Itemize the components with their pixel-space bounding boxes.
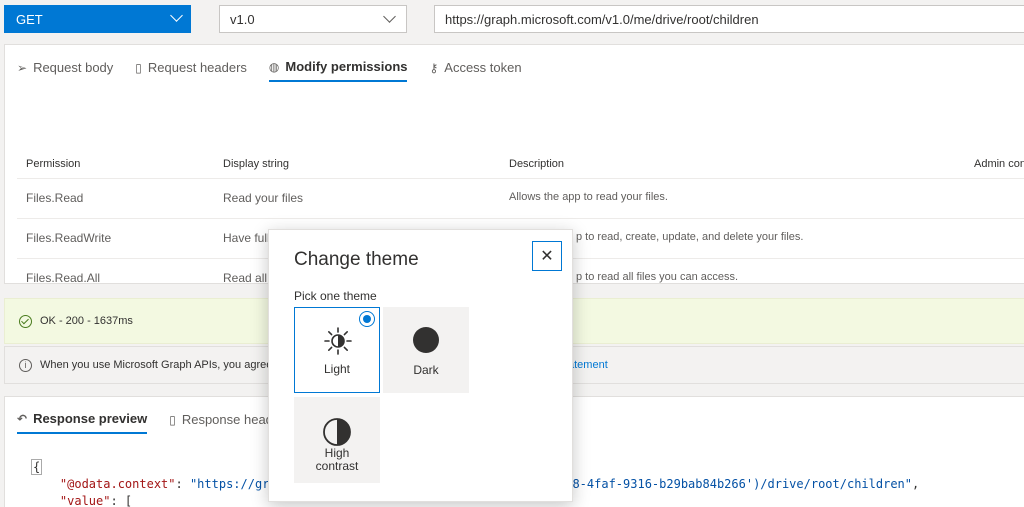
tab-response-preview[interactable]: ↶ Response preview xyxy=(17,411,148,434)
contrast-icon xyxy=(323,418,351,446)
info-text: When you use Microsoft Graph APIs, you a… xyxy=(40,359,279,371)
close-button[interactable]: ✕ xyxy=(532,241,562,271)
document-icon: ▯ xyxy=(169,412,176,427)
send-icon: ➢ xyxy=(17,60,28,75)
radio-selected-icon xyxy=(359,311,375,327)
arrow-back-icon: ↶ xyxy=(17,411,28,426)
theme-option-light[interactable]: Light xyxy=(294,307,380,393)
tab-access-token[interactable]: ⚷ Access token xyxy=(429,59,521,82)
permission-description: p to read, create, update, and delete yo… xyxy=(576,231,804,243)
version-dropdown[interactable]: v1.0 xyxy=(219,5,407,33)
close-icon: ✕ xyxy=(540,248,554,265)
pick-theme-label: Pick one theme xyxy=(294,289,377,303)
change-theme-dialog: Change theme ✕ Pick one theme Light Dark xyxy=(268,229,573,502)
column-header: Display string xyxy=(223,158,290,170)
permission-name: Files.ReadWrite xyxy=(26,231,112,245)
theme-label: Light xyxy=(323,362,351,376)
permission-name: Files.Read.All xyxy=(26,271,101,283)
sun-icon xyxy=(324,327,352,355)
chevron-down-icon xyxy=(170,9,183,22)
theme-label: Dark xyxy=(413,363,439,377)
json-value: 183-b208-4faf-9316-b29bab84b266')/drive/… xyxy=(521,477,913,491)
http-method-value: GET xyxy=(16,12,43,27)
permission-description: Allows the app to read your files. xyxy=(509,191,668,203)
json-key: "@odata.context" xyxy=(59,477,176,491)
permission-description: p to read all files you can access. xyxy=(576,271,739,283)
tab-request-body[interactable]: ➢ Request body xyxy=(17,59,113,82)
column-header: Permission xyxy=(26,158,81,170)
tab-label: Modify permissions xyxy=(285,59,408,74)
table-header: Permission Display string Description Ad… xyxy=(17,149,1024,179)
permission-display: Read all xyxy=(223,271,268,283)
url-input[interactable]: https://graph.microsoft.com/v1.0/me/driv… xyxy=(434,5,1024,33)
theme-option-dark[interactable]: Dark xyxy=(383,307,469,393)
permission-display: Read your files xyxy=(223,191,304,205)
request-tabs: ➢ Request body ▯ Request headers ◍ Modif… xyxy=(17,59,522,82)
dark-circle-icon xyxy=(413,327,439,353)
privacy-statement-link[interactable]: atement xyxy=(568,359,608,371)
json-key: "value" xyxy=(59,494,111,507)
response-tabs: ↶ Response preview ▯ Response header xyxy=(17,411,284,434)
query-bar: GET v1.0 https://graph.microsoft.com/v1.… xyxy=(0,0,1024,44)
tab-label: Request headers xyxy=(147,60,247,75)
dialog-title: Change theme xyxy=(294,249,419,270)
table-row[interactable]: Files.Read Read your files Allows the ap… xyxy=(17,179,1024,219)
tab-label: Response preview xyxy=(33,411,148,426)
permission-display: Have full xyxy=(223,231,270,245)
json-sep: , xyxy=(912,477,920,491)
tab-label: Access token xyxy=(444,60,522,75)
version-value: v1.0 xyxy=(230,12,255,27)
json-sep: : xyxy=(175,477,190,491)
document-icon: ▯ xyxy=(135,60,142,75)
http-method-dropdown[interactable]: GET xyxy=(4,5,191,33)
column-header: Admin con xyxy=(974,158,1024,170)
theme-option-high-contrast[interactable]: High contrast xyxy=(294,397,380,483)
json-brace: { xyxy=(31,459,43,475)
permission-name: Files.Read xyxy=(26,191,84,205)
column-header: Description xyxy=(509,158,565,170)
tab-modify-permissions[interactable]: ◍ Modify permissions xyxy=(268,59,408,82)
check-circle-icon xyxy=(19,314,32,328)
chevron-down-icon xyxy=(383,10,396,23)
lock-icon: ◍ xyxy=(268,59,280,74)
status-text: OK - 200 - 1637ms xyxy=(40,315,133,327)
tab-label: Request body xyxy=(33,60,114,75)
key-icon: ⚷ xyxy=(429,60,439,75)
theme-label: High contrast xyxy=(315,446,359,473)
tab-request-headers[interactable]: ▯ Request headers xyxy=(135,59,247,82)
url-value: https://graph.microsoft.com/v1.0/me/driv… xyxy=(445,12,759,27)
json-sep: : [ xyxy=(110,494,133,507)
info-icon: i xyxy=(19,358,32,372)
